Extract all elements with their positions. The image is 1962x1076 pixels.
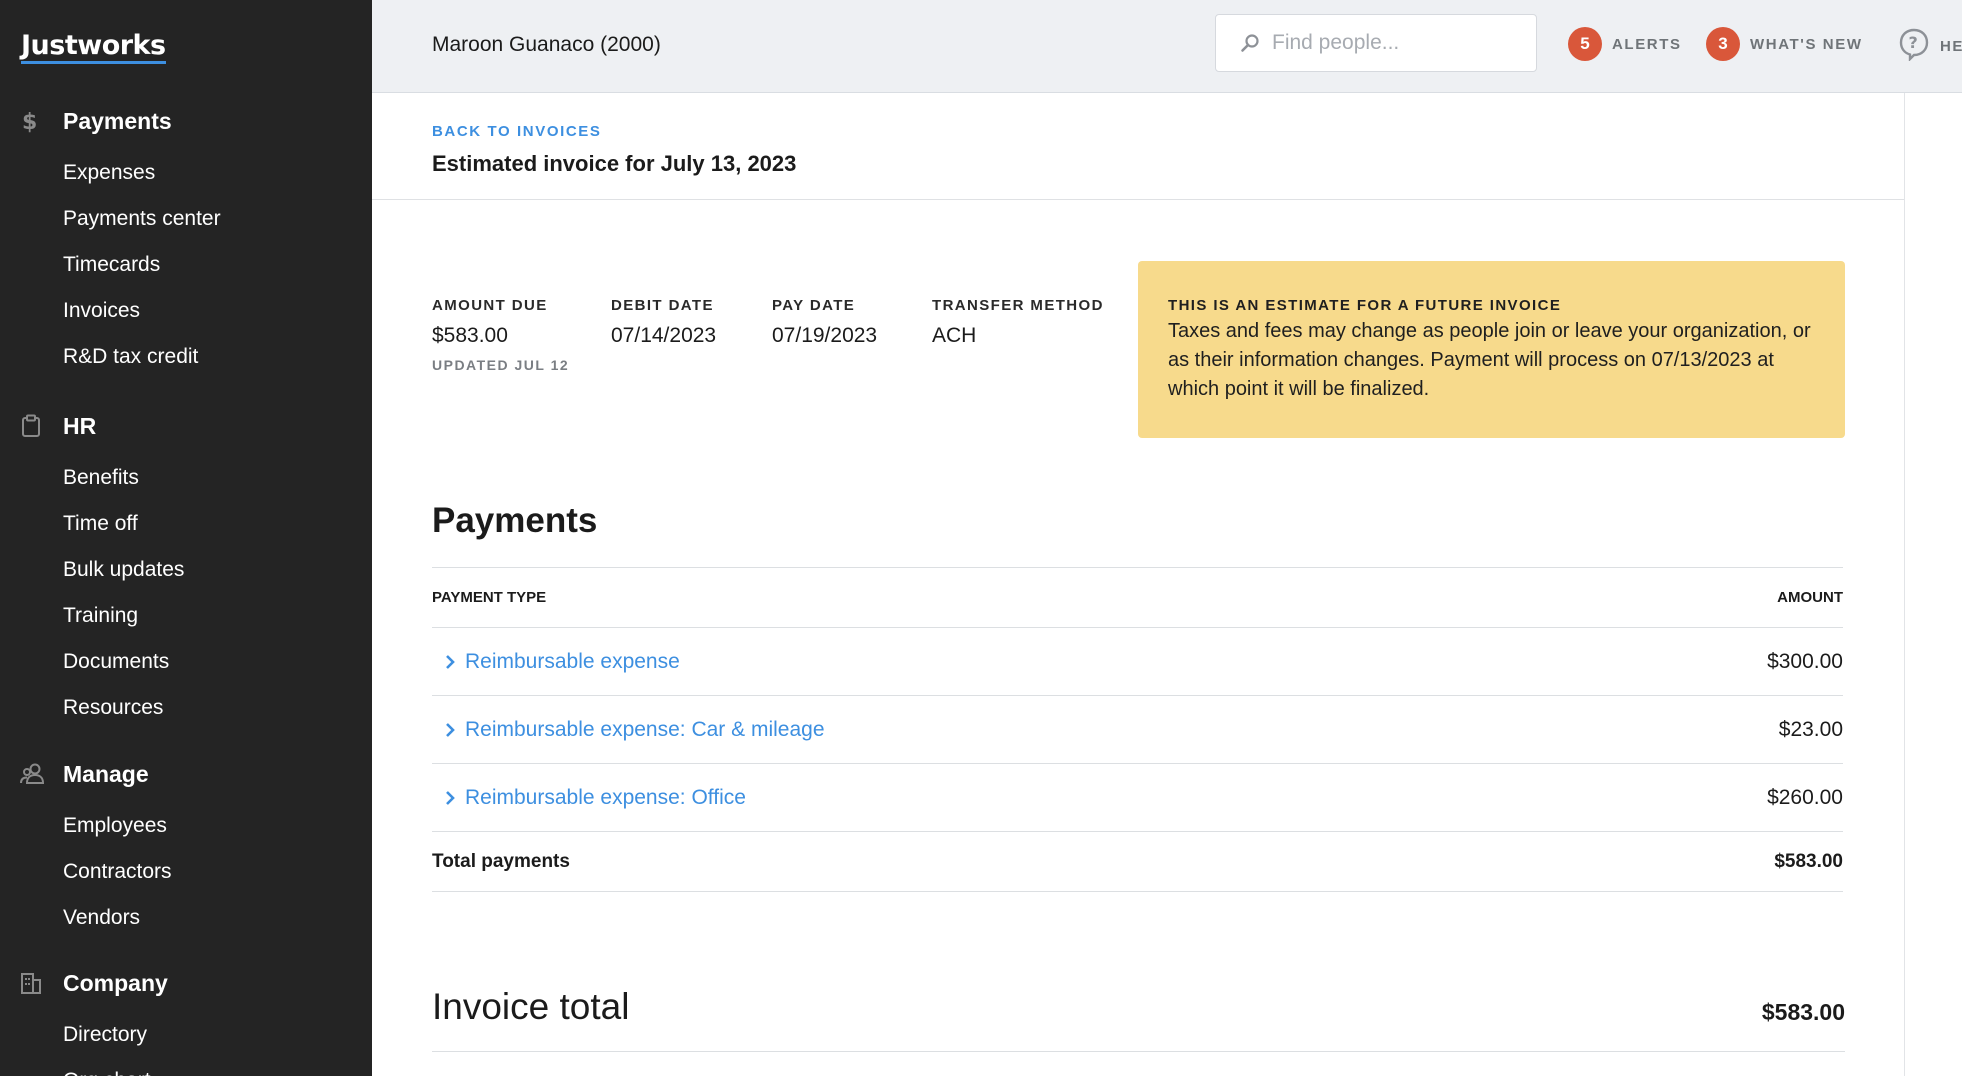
back-to-invoices-link[interactable]: BACK TO INVOICES — [432, 123, 602, 140]
help-button[interactable]: ? HELP — [1898, 27, 1962, 66]
help-icon: ? — [1898, 27, 1930, 66]
amount-due-value: $583.00 — [432, 324, 508, 347]
help-label: HELP — [1940, 38, 1962, 55]
chevron-right-icon — [437, 722, 463, 738]
sidebar-item-org-chart[interactable]: Org chart — [63, 1058, 372, 1076]
whats-new-label: WHAT'S NEW — [1750, 35, 1863, 53]
alerts-label: ALERTS — [1612, 35, 1682, 53]
top-bar: Maroon Guanaco (2000) 5 ALERTS 3 WHAT'S … — [372, 0, 1962, 93]
sidebar: Justworks $ Payments Expenses Payments c… — [0, 0, 372, 1076]
debit-date-value: 07/14/2023 — [611, 324, 717, 347]
search-box[interactable] — [1215, 14, 1537, 72]
transfer-method-block: TRANSFER METHOD ACH — [932, 297, 1104, 348]
nav-heading-company[interactable]: Company — [0, 966, 372, 1000]
sidebar-item-bulk-updates[interactable]: Bulk updates — [63, 547, 372, 593]
sidebar-item-resources[interactable]: Resources — [63, 685, 372, 731]
main-content: BACK TO INVOICES Estimated invoice for J… — [372, 93, 1904, 1076]
search-input[interactable] — [1270, 30, 1534, 56]
alerts-button[interactable]: 5 ALERTS — [1568, 27, 1682, 61]
table-row: Reimbursable expense: Office $260.00 — [432, 764, 1843, 831]
transfer-method-label: TRANSFER METHOD — [932, 297, 1104, 314]
transfer-method-value: ACH — [932, 324, 977, 347]
nav-section-manage: Manage Employees Contractors Vendors — [0, 757, 372, 941]
pay-date-block: PAY DATE 07/19/2023 — [772, 297, 877, 348]
header-divider — [372, 199, 1904, 200]
sidebar-item-benefits[interactable]: Benefits — [63, 455, 372, 501]
payment-type-link[interactable]: Reimbursable expense: Office — [465, 786, 746, 810]
building-icon — [20, 971, 56, 995]
debit-date-label: DEBIT DATE — [611, 297, 714, 314]
invoice-total-row: Invoice total $583.00 — [432, 986, 1845, 1028]
sidebar-item-invoices[interactable]: Invoices — [63, 288, 372, 334]
pay-date-label: PAY DATE — [772, 297, 856, 314]
clipboard-icon — [20, 414, 56, 438]
column-header-payment-type: PAYMENT TYPE — [432, 589, 547, 606]
nav-heading-manage[interactable]: Manage — [0, 757, 372, 791]
estimate-notice: THIS IS AN ESTIMATE FOR A FUTURE INVOICE… — [1138, 261, 1845, 438]
payment-type-link[interactable]: Reimbursable expense — [465, 650, 680, 674]
sidebar-item-vendors[interactable]: Vendors — [63, 895, 372, 941]
justworks-logo[interactable]: Justworks — [21, 32, 166, 64]
invoice-total-rule — [432, 1051, 1845, 1052]
total-payments-row: Total payments $583.00 — [432, 832, 1843, 891]
nav-heading-label: Payments — [63, 107, 172, 134]
sidebar-item-rd-tax-credit[interactable]: R&D tax credit — [63, 334, 372, 380]
payments-section-title: Payments — [432, 501, 598, 540]
svg-text:?: ? — [1909, 33, 1918, 52]
sidebar-item-employees[interactable]: Employees — [63, 803, 372, 849]
pay-date-value: 07/19/2023 — [772, 324, 878, 347]
nav-section-company: Company Directory Org chart — [0, 966, 372, 1076]
chevron-right-icon — [437, 790, 463, 806]
payment-amount: $300.00 — [1767, 649, 1843, 673]
sidebar-item-documents[interactable]: Documents — [63, 639, 372, 685]
expand-row-toggle[interactable]: Reimbursable expense: Office — [432, 786, 746, 810]
nav-section-payments: $ Payments Expenses Payments center Time… — [0, 104, 372, 380]
table-row: Reimbursable expense $300.00 — [432, 628, 1843, 695]
sidebar-item-contractors[interactable]: Contractors — [63, 849, 372, 895]
payment-amount: $23.00 — [1778, 717, 1843, 741]
payment-type-link[interactable]: Reimbursable expense: Car & mileage — [465, 718, 825, 742]
sidebar-item-timecards[interactable]: Timecards — [63, 242, 372, 288]
nav-heading-hr[interactable]: HR — [0, 409, 372, 443]
alerts-count-badge: 5 — [1568, 27, 1602, 61]
total-payments-value: $583.00 — [1774, 850, 1843, 872]
amount-due-updated: UPDATED JUL 12 — [432, 357, 570, 373]
table-header: PAYMENT TYPE AMOUNT — [432, 568, 1843, 627]
table-row: Reimbursable expense: Car & mileage $23.… — [432, 696, 1843, 763]
amount-due-block: AMOUNT DUE $583.00 UPDATED JUL 12 — [432, 297, 569, 373]
debit-date-block: DEBIT DATE 07/14/2023 — [611, 297, 716, 348]
sidebar-item-time-off[interactable]: Time off — [63, 501, 372, 547]
dollar-icon: $ — [20, 109, 56, 133]
svg-text:$: $ — [22, 110, 37, 133]
sidebar-item-training[interactable]: Training — [63, 593, 372, 639]
whats-new-button[interactable]: 3 WHAT'S NEW — [1706, 27, 1863, 61]
nav-heading-label: Company — [63, 969, 168, 996]
table-rule — [432, 891, 1843, 892]
nav-heading-payments[interactable]: $ Payments — [0, 104, 372, 138]
page-title: Estimated invoice for July 13, 2023 — [432, 151, 797, 176]
invoice-total-label: Invoice total — [432, 986, 630, 1027]
estimate-notice-title: THIS IS AN ESTIMATE FOR A FUTURE INVOICE — [1168, 297, 1562, 314]
expand-row-toggle[interactable]: Reimbursable expense: Car & mileage — [432, 718, 825, 742]
nav-section-hr: HR Benefits Time off Bulk updates Traini… — [0, 409, 372, 731]
nav-heading-label: HR — [63, 412, 97, 439]
search-icon — [1240, 33, 1260, 53]
whats-new-count-badge: 3 — [1706, 27, 1740, 61]
invoice-total-value: $583.00 — [1761, 998, 1845, 1025]
sidebar-item-expenses[interactable]: Expenses — [63, 150, 372, 196]
column-header-amount: AMOUNT — [1777, 589, 1843, 606]
sidebar-item-payments-center[interactable]: Payments center — [63, 196, 372, 242]
payments-table: PAYMENT TYPE AMOUNT Reimbursable expense… — [432, 567, 1843, 892]
nav-heading-label: Manage — [63, 760, 149, 787]
payment-amount: $260.00 — [1767, 785, 1843, 809]
chevron-right-icon — [437, 654, 463, 670]
estimate-notice-body: Taxes and fees may change as people join… — [1168, 320, 1811, 400]
expand-row-toggle[interactable]: Reimbursable expense — [432, 650, 680, 674]
total-payments-label: Total payments — [432, 850, 570, 872]
company-name[interactable]: Maroon Guanaco (2000) — [432, 33, 661, 57]
people-icon — [20, 762, 56, 786]
amount-due-label: AMOUNT DUE — [432, 297, 548, 314]
sidebar-item-directory[interactable]: Directory — [63, 1012, 372, 1058]
content-right-border — [1904, 93, 1905, 1076]
